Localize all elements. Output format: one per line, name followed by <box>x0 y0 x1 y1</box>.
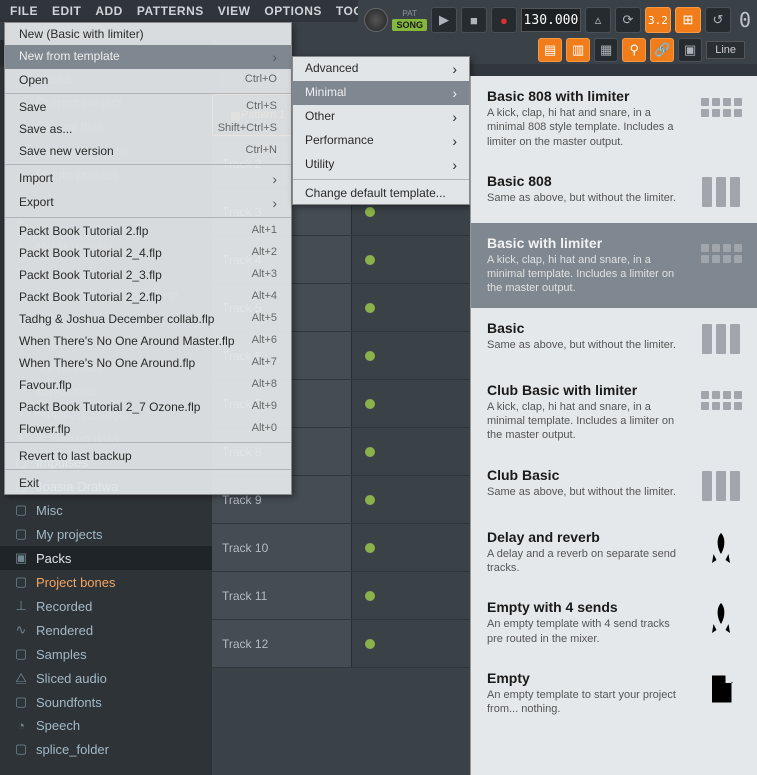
browser-icon[interactable]: 🔗 <box>650 38 674 62</box>
track-header[interactable]: Track 10 <box>212 524 352 571</box>
category-menu-item[interactable]: Utility <box>293 153 469 177</box>
browser-item-rendered[interactable]: ∿Rendered <box>0 618 212 642</box>
browser-item-misc[interactable]: ▢Misc <box>0 498 212 522</box>
pat-label: PAT <box>403 9 417 18</box>
browser-item-samples[interactable]: ▢Samples <box>0 642 212 666</box>
menu-view[interactable]: VIEW <box>212 2 257 20</box>
category-menu-item[interactable]: Performance <box>293 129 469 153</box>
menu-add[interactable]: ADD <box>89 2 129 20</box>
track-mute-dot[interactable] <box>365 639 375 649</box>
file-menu-item[interactable]: Tadhg & Joshua December collab.flpAlt+5 <box>5 308 291 330</box>
template-item[interactable]: Basic 808Same as above, but without the … <box>471 161 757 223</box>
playlist-view-icon[interactable]: ▤ <box>538 38 562 62</box>
loop-icon[interactable]: ↺ <box>705 7 731 33</box>
file-menu-item[interactable]: Packt Book Tutorial 2_3.flpAlt+3 <box>5 264 291 286</box>
file-menu-item[interactable]: New (Basic with limiter) <box>5 23 291 45</box>
play-button[interactable]: ▶ <box>431 7 457 33</box>
track-mute-dot[interactable] <box>365 255 375 265</box>
file-menu-item[interactable]: Packt Book Tutorial 2.flpAlt+1 <box>5 220 291 242</box>
file-menu-item[interactable]: OpenCtrl+O <box>5 69 291 91</box>
stop-button[interactable]: ■ <box>461 7 487 33</box>
time-counter[interactable]: 0 <box>739 8 751 32</box>
wait-icon[interactable]: ⟳ <box>615 7 641 33</box>
track-mute-dot[interactable] <box>365 543 375 553</box>
file-menu-item[interactable]: When There's No One Around.flpAlt+7 <box>5 352 291 374</box>
volume-knob[interactable] <box>364 8 388 32</box>
browser-item-splice_folder[interactable]: ▢splice_folder <box>0 737 212 761</box>
track-mute-dot[interactable] <box>365 495 375 505</box>
browser-item-packs[interactable]: ▣Packs <box>0 546 212 570</box>
track-mute-dot[interactable] <box>365 207 375 217</box>
file-menu-item[interactable]: Flower.flpAlt+0 <box>5 418 291 440</box>
file-menu-item[interactable]: Packt Book Tutorial 2_7 Ozone.flpAlt+9 <box>5 396 291 418</box>
plugin-icon[interactable]: ▣ <box>678 38 702 62</box>
track-header[interactable]: Track 11 <box>212 572 352 619</box>
track-mute-dot[interactable] <box>365 351 375 361</box>
template-item[interactable]: Basic with limiterA kick, clap, hi hat a… <box>471 223 757 308</box>
file-menu-item[interactable]: Favour.flpAlt+8 <box>5 374 291 396</box>
template-item[interactable]: BasicSame as above, but without the limi… <box>471 308 757 370</box>
track-mute-dot[interactable] <box>365 591 375 601</box>
snap-value[interactable]: 3.2 <box>645 7 671 33</box>
file-menu-item[interactable]: When There's No One Around Master.flpAlt… <box>5 330 291 352</box>
menu-edit[interactable]: EDIT <box>46 2 87 20</box>
category-menu-item[interactable]: Other <box>293 105 469 129</box>
file-menu-item[interactable]: New from template <box>5 45 291 69</box>
browser-item-soundfonts[interactable]: ▢Soundfonts <box>0 690 212 714</box>
track-mute-dot[interactable] <box>365 399 375 409</box>
file-menu-item[interactable]: Import <box>5 167 291 191</box>
file-menu-item[interactable]: Revert to last backup <box>5 445 291 467</box>
category-menu-item[interactable]: Advanced <box>293 57 469 81</box>
record-button[interactable]: ● <box>491 7 517 33</box>
template-item[interactable]: Delay and reverbA delay and a reverb on … <box>471 517 757 588</box>
track-mute-dot[interactable] <box>365 447 375 457</box>
channel-rack-icon[interactable]: ▦ <box>594 38 618 62</box>
snap-line-display[interactable]: Line <box>706 41 745 59</box>
file-menu-item[interactable]: Packt Book Tutorial 2_2.flpAlt+4 <box>5 286 291 308</box>
file-menu-item[interactable]: Packt Book Tutorial 2_4.flpAlt+2 <box>5 242 291 264</box>
song-mode-badge[interactable]: SONG <box>392 19 427 31</box>
piano-roll-icon[interactable]: ▥ <box>566 38 590 62</box>
transport-toolbar: PAT SONG ▶ ■ ● 130.000 ▵ ⟳ 3.2 ⊞ ↺ 0 <box>358 0 757 40</box>
metronome-icon[interactable]: ▵ <box>585 7 611 33</box>
file-menu-item[interactable]: Export <box>5 191 291 215</box>
file-menu-item[interactable]: Save new versionCtrl+N <box>5 140 291 162</box>
browser-item-my-projects[interactable]: ▢My projects <box>0 522 212 546</box>
menu-file[interactable]: FILE <box>4 2 44 20</box>
template-item[interactable]: Basic 808 with limiterA kick, clap, hi h… <box>471 76 757 161</box>
mixer-icon[interactable]: ⚲ <box>622 38 646 62</box>
track-header[interactable]: Track 12 <box>212 620 352 667</box>
file-menu-item[interactable]: Save as...Shift+Ctrl+S <box>5 118 291 140</box>
browser-item-speech[interactable]: ◔Speech <box>0 714 212 737</box>
category-menu-item[interactable]: Change default template... <box>293 182 469 204</box>
menu-options[interactable]: OPTIONS <box>258 2 328 20</box>
snap-plus-icon[interactable]: ⊞ <box>675 7 701 33</box>
template-item[interactable]: EmptyAn empty template to start your pro… <box>471 658 757 729</box>
template-category-menu: AdvancedMinimalOtherPerformanceUtility Ch… <box>292 56 470 205</box>
template-item[interactable]: Empty with 4 sendsAn empty template with… <box>471 587 757 658</box>
view-toolbar: ▤ ▥ ▦ ⚲ 🔗 ▣ Line <box>538 38 745 62</box>
menu-patterns[interactable]: PATTERNS <box>131 2 210 20</box>
browser-item-recorded[interactable]: ⊥Recorded <box>0 594 212 618</box>
browser-item-sliced-audio[interactable]: ⧋Sliced audio <box>0 666 212 690</box>
track-mute-dot[interactable] <box>365 303 375 313</box>
template-item[interactable]: Club BasicSame as above, but without the… <box>471 455 757 517</box>
file-menu: New (Basic with limiter)New from templat… <box>4 22 292 495</box>
browser-item-project-bones[interactable]: ▢Project bones <box>0 570 212 594</box>
file-menu-item[interactable]: SaveCtrl+S <box>5 96 291 118</box>
tempo-display[interactable]: 130.000 <box>521 8 581 32</box>
template-list-panel: Basic 808 with limiterA kick, clap, hi h… <box>470 76 757 775</box>
template-item[interactable]: Club Basic with limiterA kick, clap, hi … <box>471 370 757 455</box>
file-menu-item[interactable]: Exit <box>5 472 291 494</box>
category-menu-item[interactable]: Minimal <box>293 81 469 105</box>
